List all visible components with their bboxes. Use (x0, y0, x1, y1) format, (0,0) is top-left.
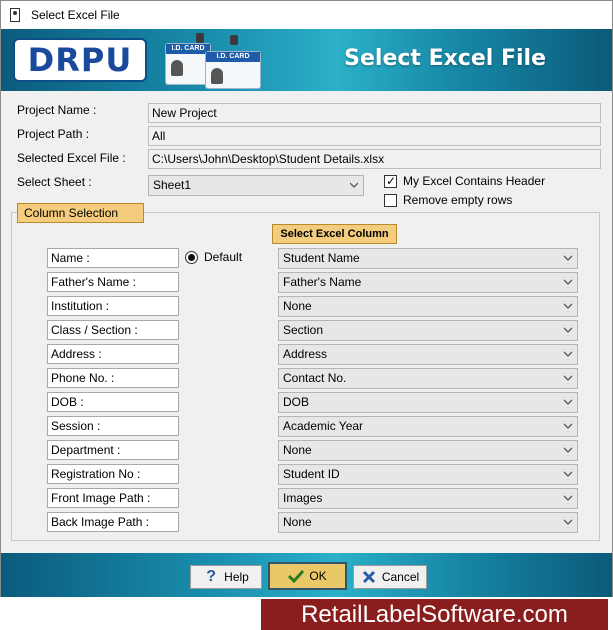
excel-column-dropdown[interactable]: Father's Name (278, 272, 578, 293)
field-label: Name : (47, 248, 179, 268)
chevron-down-icon (564, 471, 572, 479)
title-bar: Select Excel File (1, 1, 612, 29)
banner-title: Select Excel File (344, 46, 546, 71)
excel-column-dropdown[interactable]: None (278, 296, 578, 317)
help-button[interactable]: ? Help (190, 565, 262, 589)
field-label: Department : (47, 440, 179, 460)
chevron-down-icon (564, 327, 572, 335)
excel-column-dropdown[interactable]: Academic Year (278, 416, 578, 437)
empty-rows-checkbox-row[interactable]: Remove empty rows (384, 193, 512, 207)
ok-button-label: OK (309, 569, 327, 583)
header-banner: DRPU I.D. CARD I.D. CARD Select Excel Fi… (1, 29, 612, 91)
id-card-icon: I.D. CARD (205, 51, 261, 89)
help-button-label: Help (224, 570, 249, 584)
project-path-field[interactable]: All (148, 126, 601, 146)
excel-column-value: Address (283, 347, 328, 361)
project-path-label: Project Path : (17, 127, 90, 141)
ok-button[interactable]: OK (268, 562, 347, 590)
chevron-down-icon (564, 423, 572, 431)
chevron-down-icon (564, 399, 572, 407)
window-title: Select Excel File (31, 8, 120, 22)
chevron-down-icon (350, 182, 358, 190)
excel-column-value: Images (283, 491, 323, 505)
chevron-down-icon (564, 519, 572, 527)
sheet-dropdown-value: Sheet1 (153, 178, 192, 192)
excel-column-dropdown[interactable]: Student Name (278, 248, 578, 269)
lanyard-clip-icon (196, 33, 204, 43)
excel-column-header: Select Excel Column (272, 224, 397, 244)
excel-column-dropdown[interactable]: Address (278, 344, 578, 365)
field-label: Address : (47, 344, 179, 364)
checkmark-icon: ✓ (386, 173, 397, 188)
sheet-label: Select Sheet : (17, 175, 92, 189)
header-checkbox-label: My Excel Contains Header (403, 174, 546, 188)
cancel-button-label: Cancel (381, 570, 420, 584)
field-label: Father's Name : (47, 272, 179, 292)
excel-column-value: Student Name (283, 251, 360, 265)
field-label: Phone No. : (47, 368, 179, 388)
chevron-down-icon (564, 279, 572, 287)
empty-rows-checkbox-label: Remove empty rows (403, 193, 513, 207)
chevron-down-icon (564, 375, 572, 383)
help-icon: ? (206, 568, 217, 585)
excel-column-dropdown[interactable]: Student ID (278, 464, 578, 485)
field-label: Back Image Path : (47, 512, 179, 532)
chevron-down-icon (564, 255, 572, 263)
excel-column-dropdown[interactable]: DOB (278, 392, 578, 413)
chevron-down-icon (564, 351, 572, 359)
lanyard-clip-icon (230, 35, 238, 45)
chevron-down-icon (564, 303, 572, 311)
project-name-label: Project Name : (17, 103, 97, 117)
excel-column-dropdown[interactable]: Contact No. (278, 368, 578, 389)
excel-column-dropdown[interactable]: Images (278, 488, 578, 509)
header-checkbox[interactable]: ✓ (384, 173, 397, 188)
excel-column-value: Academic Year (283, 419, 364, 433)
excel-column-dropdown[interactable]: Section (278, 320, 578, 341)
excel-column-value: Student ID (283, 467, 340, 481)
chevron-down-icon (564, 447, 572, 455)
default-radio-label: Default (204, 250, 243, 264)
excel-column-value: None (283, 443, 312, 457)
excel-column-value: Contact No. (283, 371, 347, 385)
checkmark-icon (288, 568, 305, 584)
excel-column-dropdown[interactable]: None (278, 440, 578, 461)
field-label: Session : (47, 416, 179, 436)
excel-column-value: Section (283, 323, 324, 337)
project-name-field[interactable]: New Project (148, 103, 601, 123)
default-radio[interactable] (185, 250, 198, 264)
chevron-down-icon (564, 495, 572, 503)
field-label: Registration No : (47, 464, 179, 484)
excel-column-value: Father's Name (283, 275, 362, 289)
excel-file-field[interactable]: C:\Users\John\Desktop\Student Details.xl… (148, 149, 601, 169)
id-card-app-icon (7, 7, 23, 23)
website-watermark: RetailLabelSoftware.com (261, 599, 608, 630)
field-label: DOB : (47, 392, 179, 412)
header-checkbox-row[interactable]: ✓ My Excel Contains Header (384, 174, 545, 188)
excel-column-value: None (283, 515, 312, 529)
drpu-logo: DRPU (13, 38, 147, 82)
footer-bar: ? Help OK Cancel (1, 553, 612, 597)
empty-rows-checkbox[interactable] (384, 193, 397, 207)
select-excel-window: Select Excel File DRPU I.D. CARD I.D. CA… (0, 0, 613, 597)
default-radio-row[interactable]: Default (185, 250, 242, 264)
excel-file-label: Selected Excel File : (17, 151, 126, 165)
excel-column-dropdown[interactable]: None (278, 512, 578, 533)
field-label: Front Image Path : (47, 488, 179, 508)
cancel-x-icon (361, 569, 377, 585)
column-selection-title: Column Selection (17, 203, 144, 223)
excel-column-value: DOB (283, 395, 310, 409)
field-label: Class / Section : (47, 320, 179, 340)
field-label: Institution : (47, 296, 179, 316)
sheet-dropdown[interactable]: Sheet1 (148, 175, 364, 196)
excel-column-value: None (283, 299, 312, 313)
cancel-button[interactable]: Cancel (353, 565, 427, 589)
